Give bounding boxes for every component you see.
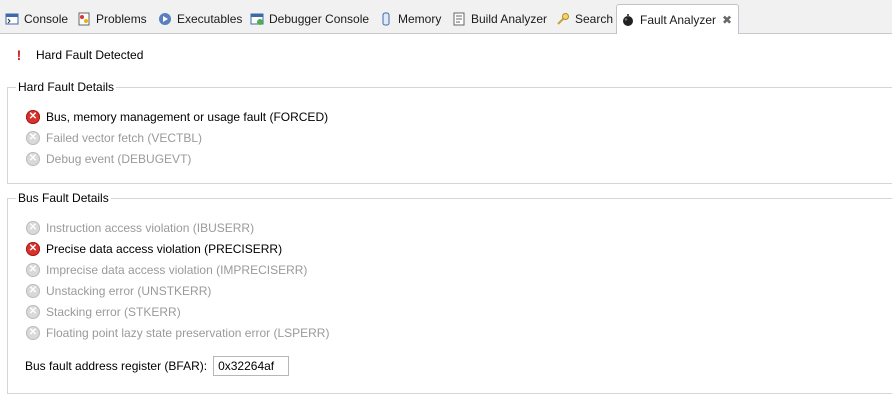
fault-item-forced: ✕ Bus, memory management or usage fault … (26, 110, 328, 124)
error-icon: ✕ (26, 242, 40, 256)
tab-build-analyzer[interactable]: Build Analyzer (452, 5, 547, 32)
error-icon-disabled: ✕ (26, 152, 40, 166)
error-icon: ✕ (26, 110, 40, 124)
tab-label: Console (24, 11, 69, 26)
error-icon-disabled: ✕ (26, 263, 40, 277)
fault-item-label: Instruction access violation (IBUSERR) (46, 221, 255, 235)
group-title: Hard Fault Details (16, 80, 117, 94)
tab-label: Search (575, 11, 614, 26)
problems-icon (77, 12, 91, 26)
close-icon[interactable]: ✖ (722, 13, 732, 27)
error-icon-disabled: ✕ (26, 131, 40, 145)
executables-icon (158, 12, 172, 26)
hard-fault-details-group: Hard Fault Details ✕ Bus, memory managem… (7, 80, 892, 184)
hard-fault-header: ! Hard Fault Detected (14, 47, 144, 63)
exclamation-icon: ! (16, 47, 22, 63)
fault-item-label: Imprecise data access violation (IMPRECI… (46, 263, 308, 277)
console-icon (5, 12, 19, 26)
bfar-field[interactable] (213, 356, 290, 376)
fault-item-label: Stacking error (STKERR) (46, 305, 181, 319)
fault-item-unstkerr: ✕ Unstacking error (UNSTKERR) (26, 284, 211, 298)
tab-problems[interactable]: Problems (77, 5, 147, 32)
bfar-row: Bus fault address register (BFAR): (25, 356, 290, 376)
debugger-console-icon (250, 12, 264, 26)
fault-item-label: Failed vector fetch (VECTBL) (46, 131, 203, 145)
bfar-label: Bus fault address register (BFAR): (25, 359, 208, 373)
tab-label: Fault Analyzer (640, 12, 717, 27)
tab-label: Problems (96, 11, 147, 26)
search-icon (556, 12, 570, 26)
fault-item-impreciserr: ✕ Imprecise data access violation (IMPRE… (26, 263, 307, 277)
memory-icon (379, 12, 393, 26)
tab-label: Memory (398, 11, 442, 26)
fault-analyzer-icon (621, 13, 635, 27)
fault-item-vectbl: ✕ Failed vector fetch (VECTBL) (26, 131, 202, 145)
fault-item-stkerr: ✕ Stacking error (STKERR) (26, 305, 181, 319)
fault-item-label: Debug event (DEBUGEVT) (46, 152, 192, 166)
group-title: Bus Fault Details (16, 191, 111, 205)
fault-item-lsperr: ✕ Floating point lazy state preservation… (26, 326, 329, 340)
fault-item-label: Precise data access violation (PRECISERR… (46, 242, 283, 256)
tab-label: Debugger Console (269, 11, 370, 26)
view-tab-bar: Console Problems Executables Debugger Co… (0, 0, 892, 34)
tab-debugger-console[interactable]: Debugger Console (250, 5, 369, 32)
page-title: Hard Fault Detected (36, 48, 144, 62)
tab-label: Build Analyzer (471, 11, 548, 26)
tab-search[interactable]: Search (556, 5, 613, 32)
fault-item-label: Bus, memory management or usage fault (F… (46, 110, 329, 124)
tab-label: Executables (177, 11, 243, 26)
tab-fault-analyzer[interactable]: Fault Analyzer ✖ (616, 4, 740, 34)
fault-item-debugevt: ✕ Debug event (DEBUGEVT) (26, 152, 191, 166)
tab-executables[interactable]: Executables (158, 5, 242, 32)
tab-memory[interactable]: Memory (379, 5, 441, 32)
fault-item-ibuserr: ✕ Instruction access violation (IBUSERR) (26, 221, 254, 235)
tab-console[interactable]: Console (5, 5, 68, 32)
error-icon-disabled: ✕ (26, 221, 40, 235)
fault-item-label: Unstacking error (UNSTKERR) (46, 284, 212, 298)
error-icon-disabled: ✕ (26, 326, 40, 340)
fault-item-label: Floating point lazy state preservation e… (46, 326, 330, 340)
error-icon-disabled: ✕ (26, 284, 40, 298)
error-icon-disabled: ✕ (26, 305, 40, 319)
fault-item-preciserr: ✕ Precise data access violation (PRECISE… (26, 242, 282, 256)
build-analyzer-icon (452, 12, 466, 26)
